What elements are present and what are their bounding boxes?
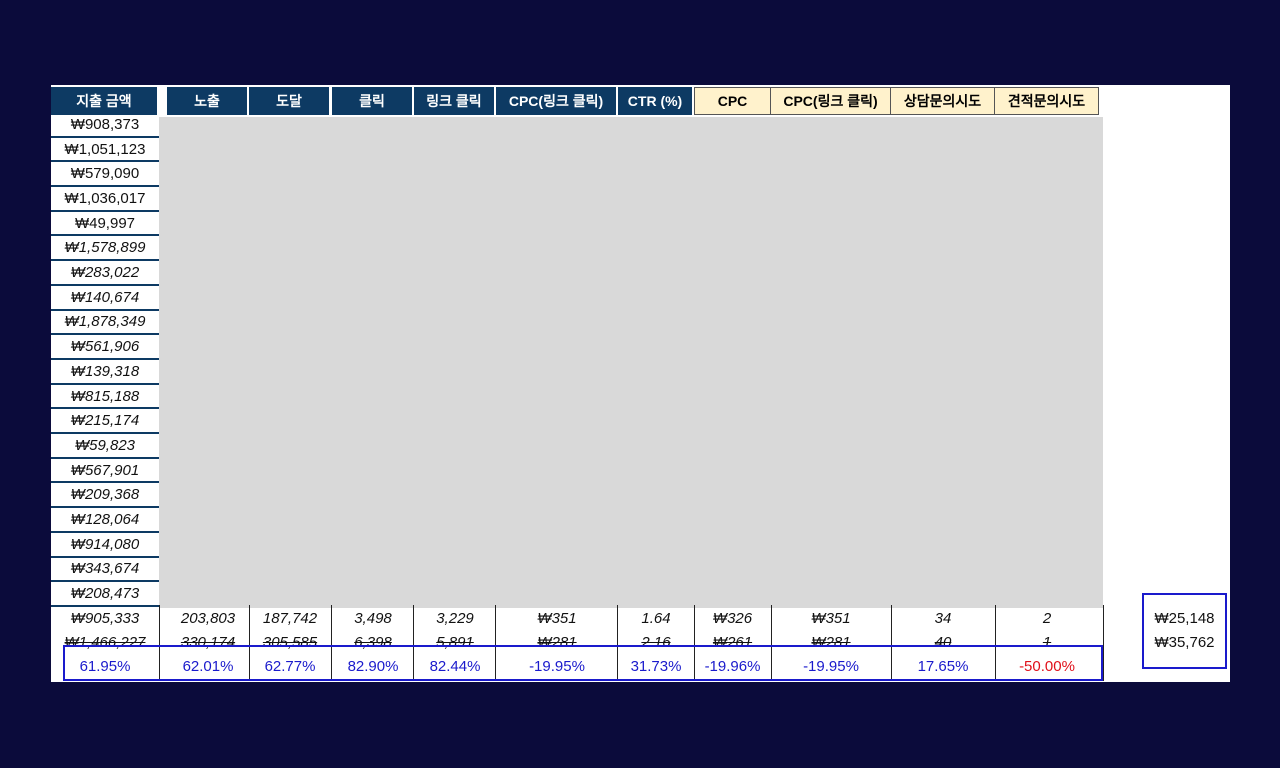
current-period-cell[interactable]: 187,742 — [249, 606, 331, 630]
grid-line — [1103, 605, 1104, 681]
change-row-highlight — [63, 645, 1103, 681]
current-period-cell[interactable]: 203,803 — [167, 606, 249, 630]
spreadsheet: 지출 금액 노출 도달 클릭 링크 클릭 CPC(링크 클릭) CTR (%) CPC CPC(… — [51, 85, 1230, 682]
current-period-cell[interactable]: 3,229 — [414, 606, 496, 630]
column-header-7[interactable]: CTR (%) — [618, 87, 694, 115]
current-period-cell[interactable]: ₩326 — [694, 606, 771, 630]
column-header-2[interactable]: 노출 — [167, 87, 249, 115]
spend-cell[interactable]: ₩140,674 — [51, 286, 159, 311]
current-period-cell[interactable]: 2 — [995, 606, 1099, 630]
totals-highlight — [1142, 593, 1227, 669]
spend-cell[interactable]: ₩1,878,349 — [51, 311, 159, 336]
spend-cell[interactable]: ₩815,188 — [51, 385, 159, 410]
spend-cell[interactable]: ₩49,997 — [51, 212, 159, 237]
column-header-1[interactable]: 지출 금액 — [51, 87, 159, 115]
current-period-cell[interactable]: ₩351 — [496, 606, 618, 630]
column-header-3[interactable]: 도달 — [249, 87, 331, 115]
spend-cell[interactable]: ₩1,051,123 — [51, 138, 159, 163]
current-period-cell[interactable]: ₩351 — [771, 606, 891, 630]
current-period-cell[interactable]: 1.64 — [618, 606, 694, 630]
column-header-8[interactable]: CPC — [694, 87, 771, 115]
column-header-5[interactable]: 링크 클릭 — [414, 87, 496, 115]
spend-cell[interactable]: ₩567,901 — [51, 459, 159, 484]
spend-cell[interactable]: ₩128,064 — [51, 508, 159, 533]
spend-cell[interactable]: ₩908,373 — [51, 113, 159, 138]
current-period-cell[interactable]: ₩905,333 — [51, 606, 159, 630]
column-header-4[interactable]: 클릭 — [332, 87, 414, 115]
spend-cell[interactable]: ₩209,368 — [51, 484, 159, 509]
column-header-10[interactable]: 상담문의시도 — [891, 87, 995, 115]
column-header-11[interactable]: 견적문의시도 — [995, 87, 1099, 115]
spend-cell[interactable]: ₩1,036,017 — [51, 187, 159, 212]
spend-cell[interactable]: ₩215,174 — [51, 409, 159, 435]
current-period-cell[interactable]: 34 — [891, 606, 995, 630]
spend-cell[interactable]: ₩579,090 — [51, 162, 159, 188]
column-header-9[interactable]: CPC(링크 클릭) — [771, 87, 891, 115]
current-period-cell[interactable]: 3,498 — [332, 606, 414, 630]
column-header-6[interactable]: CPC(링크 클릭) — [496, 87, 618, 115]
spend-cell[interactable]: ₩208,473 — [51, 582, 159, 607]
spend-cell[interactable]: ₩343,674 — [51, 558, 159, 583]
spend-cell[interactable]: ₩59,823 — [51, 434, 159, 459]
spend-cell[interactable]: ₩561,906 — [51, 335, 159, 360]
spend-cell[interactable]: ₩1,578,899 — [51, 237, 159, 262]
spend-cell[interactable]: ₩139,318 — [51, 360, 159, 385]
hidden-data-area — [159, 117, 1103, 608]
spend-cell[interactable]: ₩283,022 — [51, 261, 159, 286]
spend-cell[interactable]: ₩914,080 — [51, 533, 159, 558]
